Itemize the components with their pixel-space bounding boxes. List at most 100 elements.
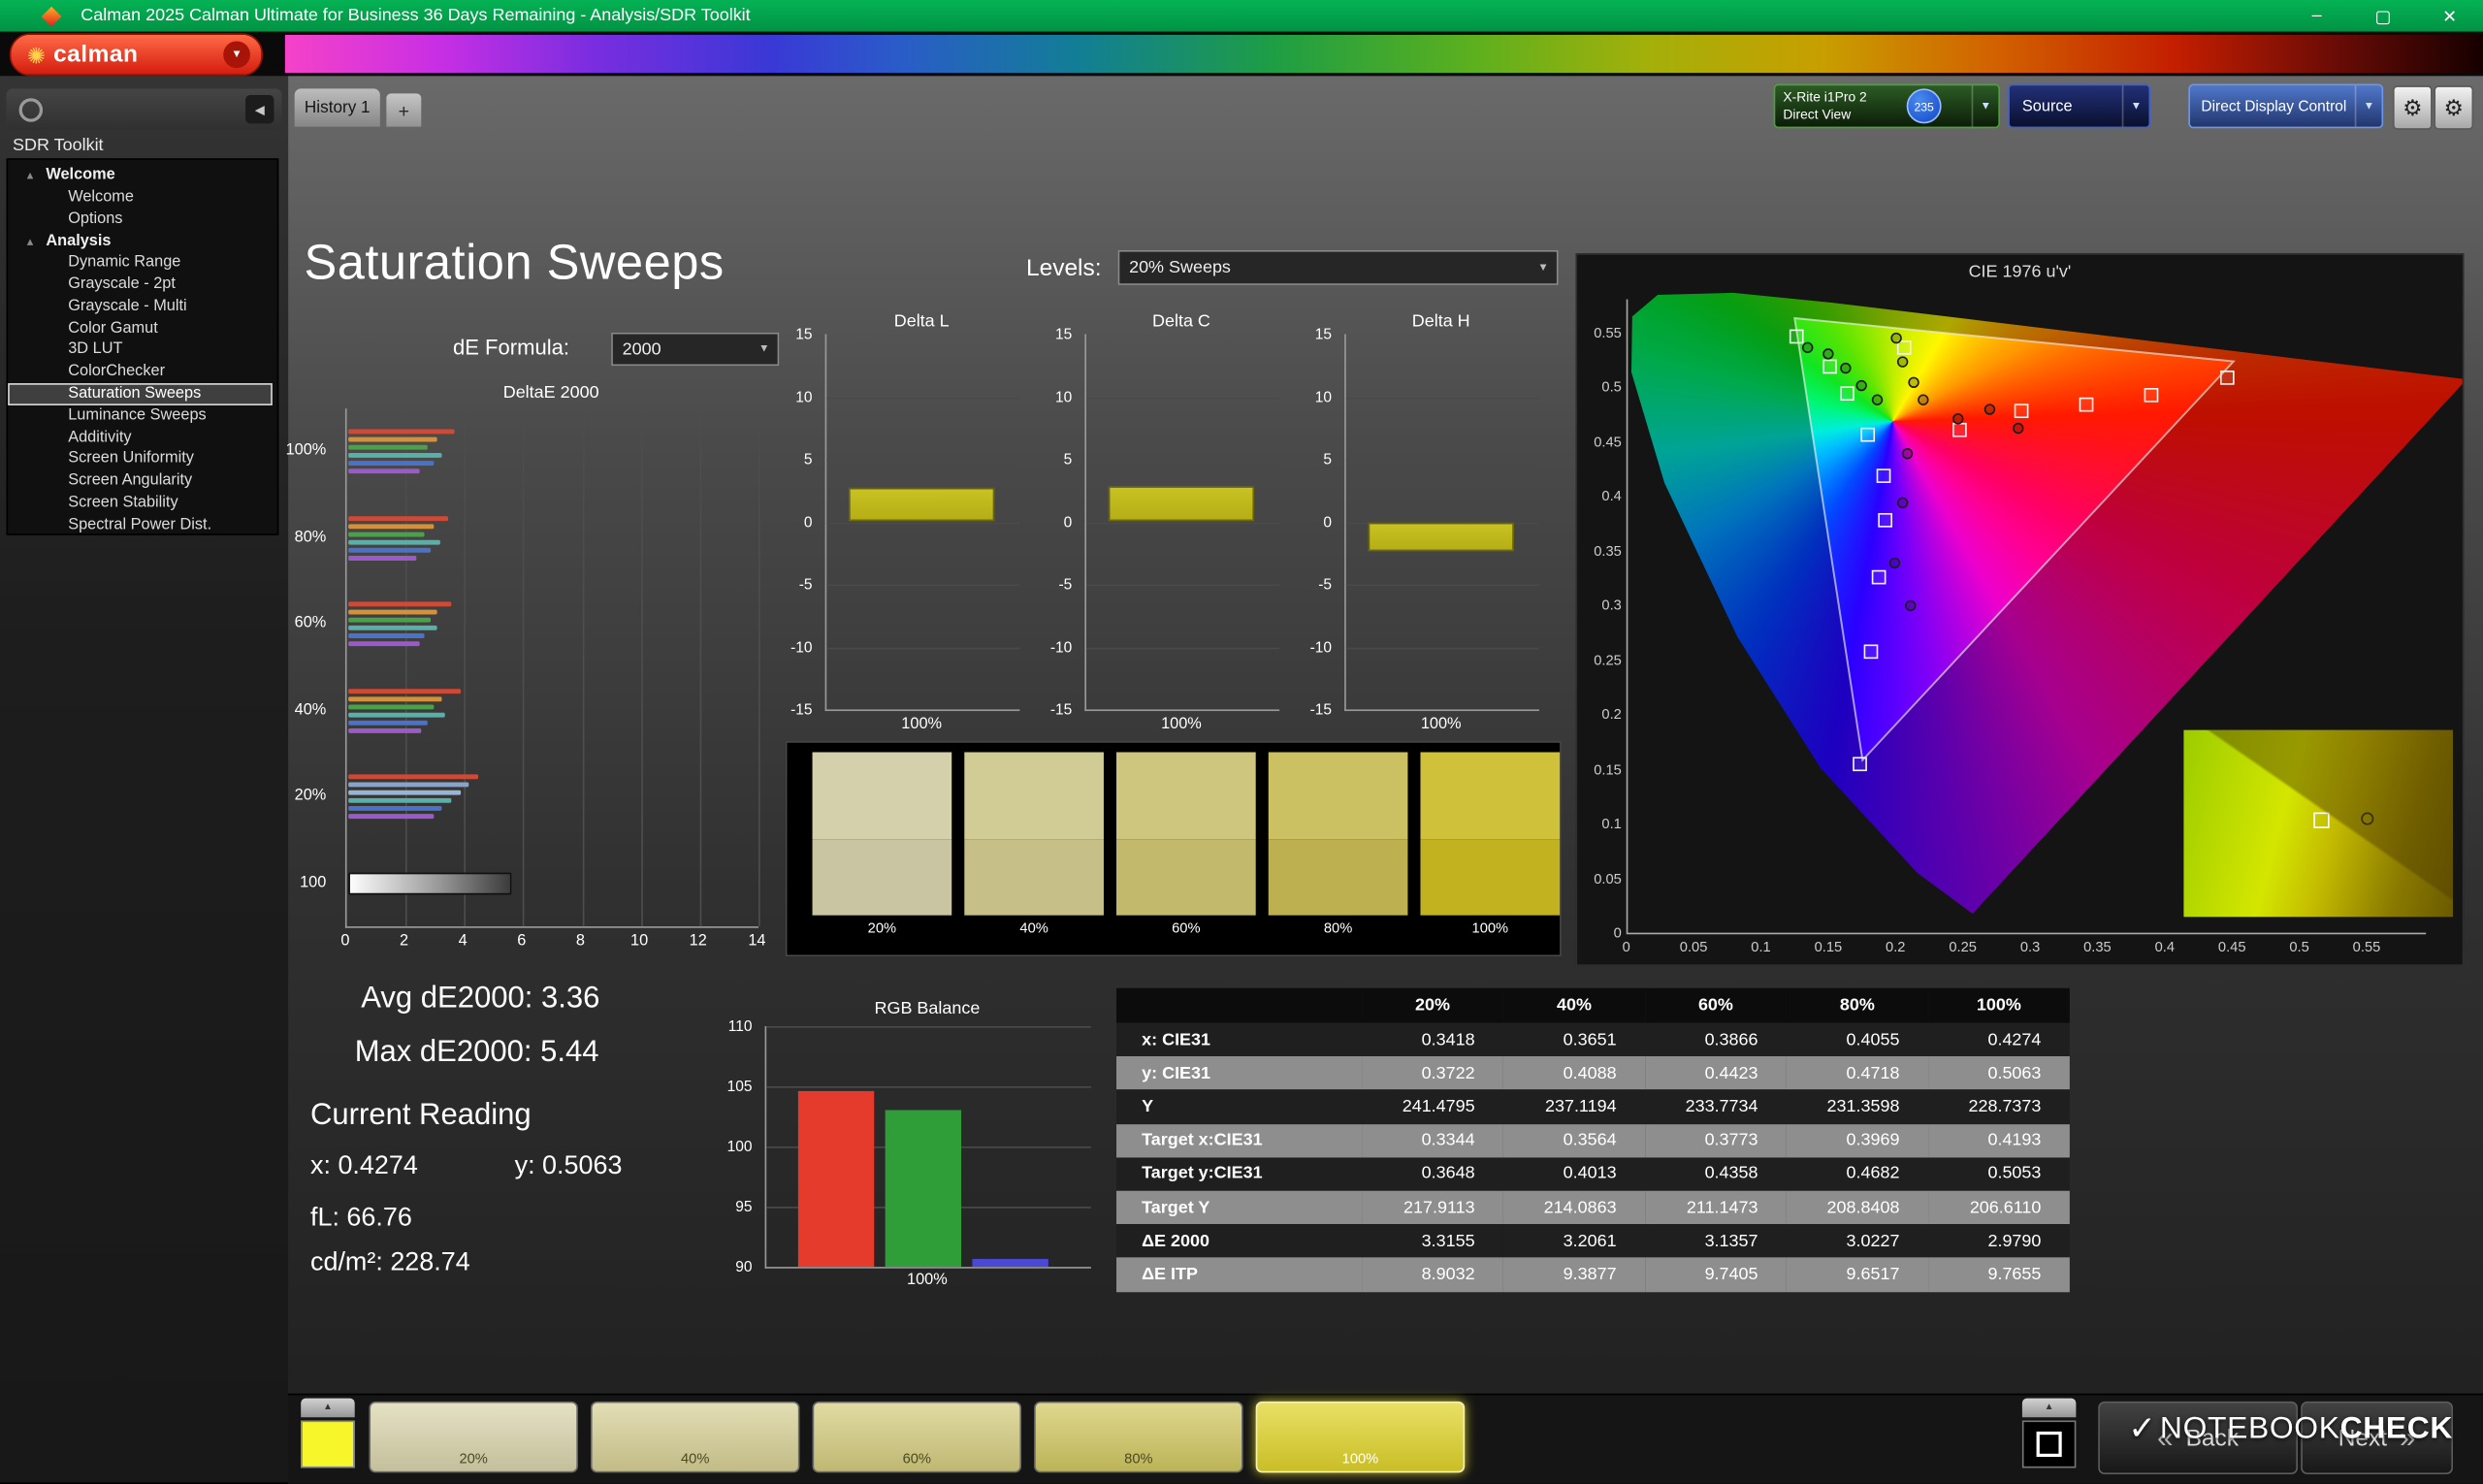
sidebar-item-screen-stability[interactable]: Screen Stability xyxy=(8,493,277,515)
table-cell: 208.8408 xyxy=(1786,1190,1928,1225)
sidebar-item-luminance-sweeps[interactable]: Luminance Sweeps xyxy=(8,405,277,428)
de-formula-dropdown[interactable]: 2000 ▼ xyxy=(611,332,780,367)
measured-point-marker xyxy=(1896,355,1908,368)
bottom-swatch-40%[interactable]: 40% xyxy=(590,1401,800,1473)
gridline xyxy=(1085,521,1280,524)
delta-l-plot xyxy=(824,334,1020,712)
rainbow-strip xyxy=(284,34,2483,74)
sidebar: ◀ SDR Toolkit ▴ Welcome Welcome Options ▴ Ana… xyxy=(0,76,289,1483)
bottom-swatch-80%[interactable]: 80% xyxy=(1034,1401,1243,1473)
bottom-swatch-100%[interactable]: 100% xyxy=(1255,1401,1466,1473)
actual-swatch xyxy=(964,752,1104,840)
sidebar-item-saturation-sweeps[interactable]: Saturation Sweeps xyxy=(8,383,273,405)
sidebar-item-welcome[interactable]: Welcome xyxy=(8,186,277,209)
x-tick-label: 0.25 xyxy=(1949,939,1977,955)
deltae-plot xyxy=(344,408,760,928)
gridline xyxy=(1345,584,1539,587)
sidebar-item-dynamic-range[interactable]: Dynamic Range xyxy=(8,252,277,274)
gridline xyxy=(826,646,1020,649)
tree-section-0[interactable]: ▴ Welcome xyxy=(8,165,277,187)
target-point-marker xyxy=(1822,359,1837,374)
watermark-text-1: NOTEBOOK xyxy=(2159,1409,2340,1445)
maximize-button[interactable]: ▢ xyxy=(2350,0,2417,32)
meter-dropdown-arrow-icon[interactable]: ▼ xyxy=(1971,85,1999,127)
tab-history[interactable]: History 1 xyxy=(294,88,380,127)
deltae-bar xyxy=(348,641,419,647)
bottom-swatch-label: 20% xyxy=(459,1450,488,1467)
patch-tab-button[interactable]: ▲ xyxy=(301,1398,355,1418)
table-cell: 214.0863 xyxy=(1503,1190,1645,1225)
levels-label: Levels: xyxy=(1025,254,1102,282)
target-swatch xyxy=(1116,839,1256,916)
display-dropdown-arrow-icon[interactable]: ▼ xyxy=(2354,85,2382,127)
sidebar-title: SDR Toolkit xyxy=(13,136,104,155)
x-tick-label: 2 xyxy=(400,932,409,951)
target-swatch xyxy=(1268,839,1408,916)
deltae-bar xyxy=(348,688,461,694)
x-tick-label: 0.1 xyxy=(1751,939,1771,955)
workflow-settings-gear-button[interactable]: ⚙ xyxy=(2434,85,2474,130)
table-cell: 0.4013 xyxy=(1503,1157,1645,1191)
close-button[interactable]: ✕ xyxy=(2416,0,2483,32)
avg-de2000: Avg dE2000: 3.36 xyxy=(361,982,600,1016)
table-cell: 3.1357 xyxy=(1644,1224,1787,1258)
tab-add-button[interactable]: + xyxy=(386,93,422,127)
app-window: Calman 2025 Calman Ultimate for Business… xyxy=(0,0,2483,1484)
logo-dropdown-arrow-icon[interactable]: ▼ xyxy=(223,41,250,69)
table-header xyxy=(1116,987,1363,1023)
levels-dropdown[interactable]: 20% Sweeps ▼ xyxy=(1117,249,1559,285)
table-cell: 233.7734 xyxy=(1644,1089,1787,1124)
bottom-swatch-60%[interactable]: 60% xyxy=(812,1401,1022,1473)
rgb-balance-title: RGB Balance xyxy=(874,999,981,1018)
sidebar-item-grayscale-multi[interactable]: Grayscale - Multi xyxy=(8,296,277,318)
deltae-bar xyxy=(348,626,437,631)
sidebar-item-spectral-power-dist[interactable]: Spectral Power Dist. xyxy=(8,514,277,536)
y-tick-label: 0.5 xyxy=(1601,378,1622,395)
y-tick-label: -5 xyxy=(1058,576,1073,595)
sidebar-item-colorchecker[interactable]: ColorChecker xyxy=(8,362,277,384)
deltae-bar xyxy=(348,601,452,607)
y-tick-label: 0.25 xyxy=(1594,651,1622,668)
deltae-bar xyxy=(348,532,426,537)
minimize-button[interactable]: – xyxy=(2283,0,2350,32)
pattern-tab-button[interactable]: ▲ xyxy=(2021,1398,2077,1418)
swatch-label: 60% xyxy=(1172,919,1201,936)
actual-swatch xyxy=(1420,752,1561,840)
table-row-label: ΔE ITP xyxy=(1116,1257,1363,1292)
actual-swatch xyxy=(1116,752,1256,840)
inset-measured-marker xyxy=(2361,812,2374,825)
meter-mode: Direct View xyxy=(1783,106,1852,122)
x-tick-label: 12 xyxy=(689,932,707,951)
gridline xyxy=(1345,646,1539,649)
target-point-marker xyxy=(1859,427,1875,442)
y-tick-label: 95 xyxy=(735,1198,753,1216)
settings-gear-button[interactable]: ⚙ xyxy=(2392,85,2433,130)
display-control-dropdown[interactable]: Direct Display Control ▼ xyxy=(2188,83,2384,129)
window-controls: – ▢ ✕ xyxy=(2283,0,2483,32)
meter-dropdown[interactable]: X-Rite i1Pro 2 Direct View 235 ▼ xyxy=(1773,83,2001,129)
bottom-swatch-20%[interactable]: 20% xyxy=(369,1401,578,1473)
bottom-swatch-label: 40% xyxy=(681,1450,710,1467)
sidebar-item-options[interactable]: Options xyxy=(8,209,277,231)
cie-x-axis xyxy=(1626,932,2427,935)
bottom-bar: ▲ 20% 40% 60% 80% 100% ▲ « Back Next » ✓ NOT… xyxy=(288,1393,2483,1484)
sidebar-item-color-gamut[interactable]: Color Gamut xyxy=(8,317,277,339)
sidebar-item-3d-lut[interactable]: 3D LUT xyxy=(8,339,277,362)
gridline xyxy=(766,1085,1091,1088)
sidebar-item-grayscale-2pt[interactable]: Grayscale - 2pt xyxy=(8,274,277,296)
tree-section-1[interactable]: ▴ Analysis xyxy=(8,230,277,252)
swatch-column-40%: 40% xyxy=(964,752,1104,936)
levels-value: 20% Sweeps xyxy=(1129,258,1231,277)
sidebar-item-additivity[interactable]: Additivity xyxy=(8,427,277,449)
calman-logo-button[interactable]: ✺ calman ▼ xyxy=(9,33,264,77)
sidebar-item-screen-uniformity[interactable]: Screen Uniformity xyxy=(8,449,277,471)
source-dropdown-arrow-icon[interactable]: ▼ xyxy=(2121,85,2149,127)
measured-point-marker xyxy=(1904,598,1917,611)
table-header: 60% xyxy=(1644,987,1787,1023)
sidebar-item-screen-angularity[interactable]: Screen Angularity xyxy=(8,470,277,493)
sidebar-collapse-button[interactable]: ◀ xyxy=(245,94,274,124)
source-dropdown[interactable]: Source ▼ xyxy=(2008,83,2151,129)
pattern-window-button[interactable] xyxy=(2021,1420,2077,1468)
bottom-swatch-label: 60% xyxy=(902,1450,931,1467)
deltae-bar xyxy=(348,515,449,521)
